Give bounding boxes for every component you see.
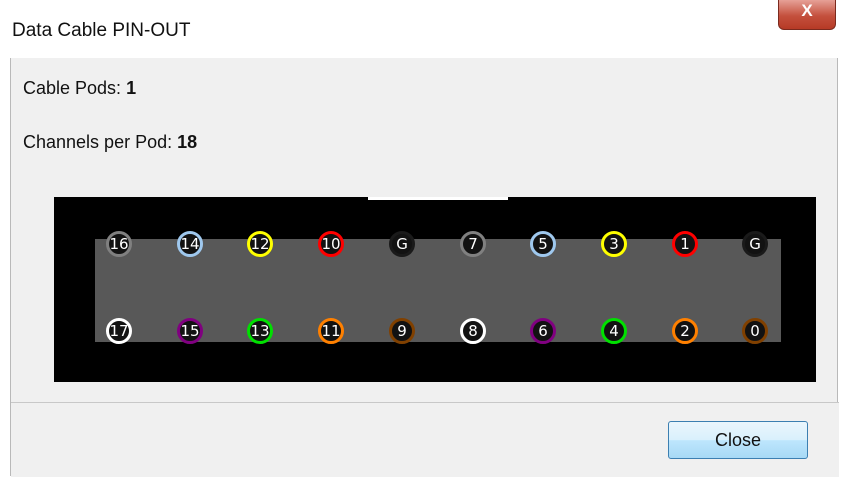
cable-pods-label: Cable Pods: — [23, 78, 122, 98]
pin-6: 6 — [530, 318, 556, 344]
pin-14: 14 — [177, 231, 203, 257]
close-window-button[interactable]: X — [778, 0, 836, 30]
pin-7: 7 — [460, 231, 486, 257]
cable-pods-value: 1 — [126, 78, 137, 98]
connector-diagram: 16 14 12 10 G 7 5 3 1 G 17 15 13 11 9 8 6 4 2 0 — [54, 197, 816, 382]
pin-4: 4 — [601, 318, 627, 344]
cable-pods-row: Cable Pods: 1 — [23, 78, 136, 99]
pin-16: 16 — [106, 231, 132, 257]
pin-12: 12 — [247, 231, 273, 257]
pin-8: 8 — [460, 318, 486, 344]
close-icon: X — [801, 1, 813, 20]
pin-10: 10 — [318, 231, 344, 257]
pin-15: 15 — [177, 318, 203, 344]
pinout-dialog: Data Cable PIN-OUT X Cable Pods: 1 Chann… — [0, 0, 848, 481]
pin-0: 0 — [742, 318, 768, 344]
pin-ground: G — [389, 231, 415, 257]
button-bar: Close — [11, 402, 839, 477]
pin-1: 1 — [672, 231, 698, 257]
pin-17: 17 — [106, 318, 132, 344]
channels-label: Channels per Pod: — [23, 132, 173, 152]
close-button[interactable]: Close — [668, 421, 808, 459]
channels-row: Channels per Pod: 18 — [23, 132, 197, 153]
title-bar[interactable]: Data Cable PIN-OUT X — [0, 0, 848, 58]
connector-key-notch — [368, 197, 508, 200]
pin-11: 11 — [318, 318, 344, 344]
pin-5: 5 — [530, 231, 556, 257]
pin-ground: G — [742, 231, 768, 257]
channels-value: 18 — [177, 132, 198, 152]
dialog-body: Cable Pods: 1 Channels per Pod: 18 16 14 1… — [10, 58, 839, 477]
pin-13: 13 — [247, 318, 273, 344]
pin-9: 9 — [389, 318, 415, 344]
window-title: Data Cable PIN-OUT — [12, 20, 191, 41]
pin-3: 3 — [601, 231, 627, 257]
pin-2: 2 — [672, 318, 698, 344]
